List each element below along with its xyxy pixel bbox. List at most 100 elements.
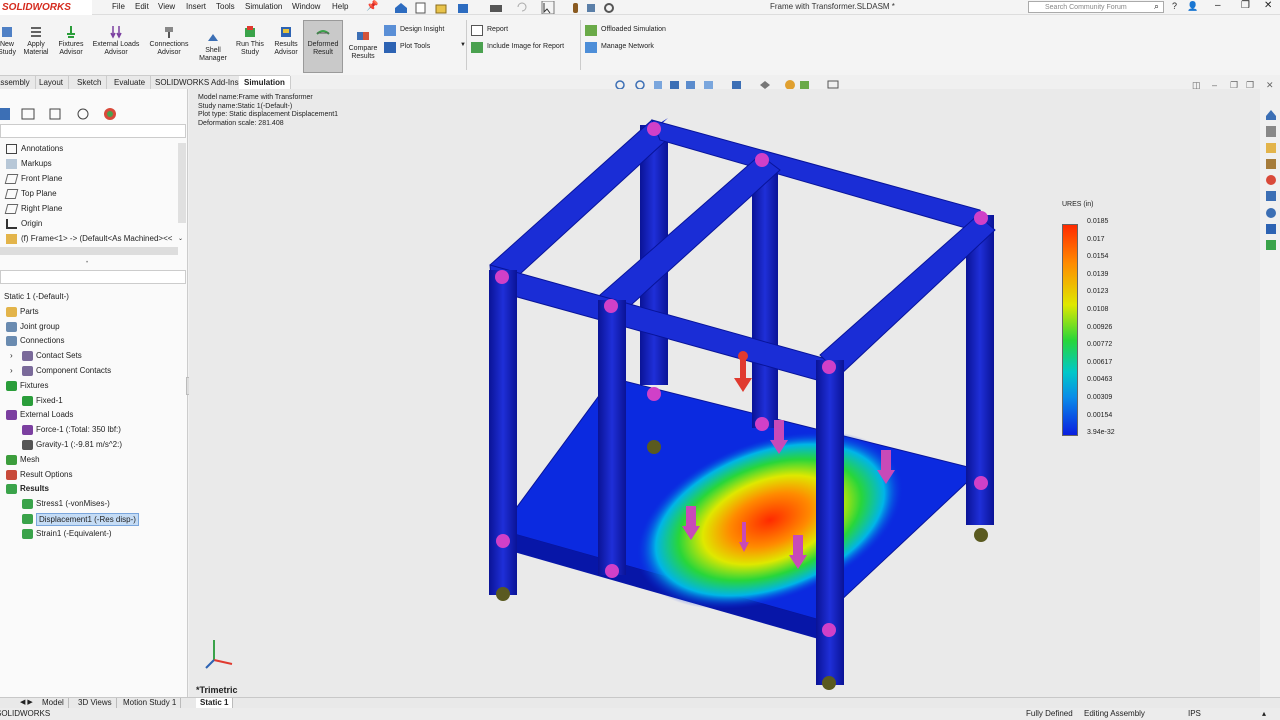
menu-simulation[interactable]: Simulation — [245, 2, 282, 11]
study-tree-label: Force-1 (:Total: 350 lbf:) — [36, 425, 121, 435]
design-insight-icon — [384, 25, 396, 36]
design-insight-button[interactable]: Design Insight — [384, 25, 444, 36]
close-icon[interactable]: ✕ — [1264, 0, 1272, 11]
apply-material-button[interactable]: Apply Material — [22, 21, 50, 57]
tab-model[interactable]: Model — [38, 698, 69, 708]
tab-sketch[interactable]: Sketch — [72, 76, 108, 90]
tree-scrollbar[interactable] — [178, 143, 186, 223]
search-input[interactable]: Search Community Forum — [1028, 1, 1164, 13]
tree-item-icon — [22, 425, 33, 436]
horizontal-scrollbar[interactable] — [0, 247, 178, 255]
fixtures-advisor-button[interactable]: Fixtures Advisor — [54, 21, 88, 57]
deformed-result-label: Deformed Result — [307, 41, 339, 56]
study-tree-label: Mesh — [20, 454, 40, 464]
solidworks-logo[interactable]: SOLIDWORKS — [0, 0, 92, 15]
tree-label: Right Plane — [21, 204, 63, 213]
restore-icon[interactable]: ❐ — [1241, 0, 1250, 11]
include-image-button[interactable]: Include Image for Report — [471, 42, 564, 53]
study-tree-label: Displacement1 (-Res disp-) — [36, 513, 139, 526]
tree-label: Markups — [21, 159, 52, 168]
tab-3d-views[interactable]: 3D Views — [74, 698, 117, 708]
menu-window[interactable]: Window — [292, 2, 320, 11]
quick-access-toolbar[interactable] — [392, 1, 632, 14]
tab-layout[interactable]: Layout — [34, 76, 70, 90]
graphics-area[interactable] — [189, 89, 1260, 697]
tab-addins[interactable]: SOLIDWORKS Add-Ins — [150, 76, 245, 90]
legend-value: 0.0108 — [1087, 306, 1109, 313]
compare-results-button[interactable]: Compare Results — [344, 25, 382, 61]
study-tree-label: Result Options — [20, 469, 73, 479]
external-loads-label: External Loads Advisor — [92, 41, 140, 56]
status-bar: SOLIDWORKS Fully Defined Editing Assembl… — [0, 708, 1280, 720]
shell-manager-icon — [208, 34, 218, 41]
viewport-close-icon[interactable]: ✕ — [1266, 80, 1274, 91]
deformed-result-button[interactable]: Deformed Result — [303, 20, 343, 73]
origin-icon — [6, 219, 17, 229]
annotations-icon — [6, 144, 17, 154]
tree-item-icon — [22, 366, 33, 376]
plane-icon — [4, 174, 19, 184]
legend-value: 0.00309 — [1087, 394, 1113, 401]
tab-evaluate[interactable]: Evaluate — [109, 76, 152, 90]
legend-value: 0.0185 — [1087, 218, 1109, 225]
chevron-down-icon[interactable]: ⌄ — [178, 235, 183, 242]
status-units[interactable]: IPS — [1188, 708, 1201, 720]
manage-network-button[interactable]: Manage Network — [585, 42, 654, 53]
model-canvas[interactable] — [189, 89, 1260, 697]
results-advisor-icon — [281, 27, 291, 37]
tree-item-icon — [6, 469, 17, 480]
minimize-icon[interactable]: – — [1215, 0, 1221, 11]
study-tree-label: Contact Sets — [36, 351, 82, 361]
report-button[interactable]: Report — [471, 25, 508, 36]
run-study-button[interactable]: Run This Study — [232, 21, 268, 57]
pin-icon[interactable]: 📌 — [366, 1, 378, 12]
menu-insert[interactable]: Insert — [186, 2, 206, 11]
tab-motion-study[interactable]: Motion Study 1 — [119, 698, 182, 708]
tree-item-icon — [6, 380, 17, 391]
tree-label: Annotations — [21, 144, 64, 153]
menu-file[interactable]: File — [112, 2, 125, 11]
tree-label: Front Plane — [21, 174, 63, 183]
plot-tools-button[interactable]: Plot Tools — [384, 42, 430, 53]
tab-static-1[interactable]: Static 1 — [196, 698, 234, 708]
brand-label: SOLIDWORKS — [2, 2, 71, 13]
tree-item-icon — [22, 395, 33, 406]
expand-arrow-icon[interactable]: › — [10, 349, 13, 363]
study-filter[interactable] — [0, 270, 186, 284]
tree-item-icon — [6, 321, 17, 332]
tab-assembly[interactable]: Assembly — [0, 76, 36, 90]
help-icon[interactable]: ? — [1172, 1, 1177, 11]
search-icon[interactable]: ⌕ — [1154, 1, 1159, 12]
study-tree-label: Fixtures — [20, 380, 49, 390]
tab-nav-icons[interactable]: ◀ ▶ — [20, 698, 33, 706]
menu-tools[interactable]: Tools — [216, 2, 235, 11]
study-tree-label: Parts — [20, 306, 39, 316]
shell-manager-button[interactable]: Shell Manager — [196, 27, 230, 63]
new-study-icon — [2, 27, 12, 37]
menu-view[interactable]: View — [158, 2, 175, 11]
offloaded-simulation-button[interactable]: Offloaded Simulation — [585, 25, 666, 36]
external-loads-button[interactable]: External Loads Advisor — [88, 21, 144, 57]
deformation-scale: Deformation scale: 281.408 — [198, 119, 284, 127]
feature-manager-panel: Annotations Markups Front Plane Top Plan… — [0, 89, 192, 697]
connections-advisor-button[interactable]: Connections Advisor — [144, 21, 194, 57]
menu-help[interactable]: Help — [332, 2, 348, 11]
menu-edit[interactable]: Edit — [135, 2, 149, 11]
feature-filter[interactable] — [0, 124, 186, 138]
tab-simulation[interactable]: Simulation — [239, 76, 291, 90]
command-tabs: Assembly Layout Sketch Evaluate SOLIDWOR… — [0, 75, 291, 90]
expand-arrow-icon[interactable]: › — [10, 364, 13, 378]
tree-item-icon — [22, 528, 33, 539]
shell-manager-label: Shell Manager — [199, 47, 227, 62]
plot-info: Model name:Frame with Transformer Study … — [198, 94, 338, 128]
bottom-tabs: ◀ ▶ Model 3D Views Motion Study 1 Static… — [0, 697, 1280, 708]
panel-tabs[interactable] — [0, 106, 188, 122]
status-options-icon[interactable]: ▴ — [1262, 708, 1266, 720]
tree-item-icon — [22, 514, 33, 524]
user-icon[interactable]: 👤 — [1187, 1, 1198, 12]
axis-triad-icon — [205, 640, 233, 669]
splitter-handle[interactable]: • — [86, 260, 88, 266]
results-advisor-button[interactable]: Results Advisor — [270, 21, 302, 57]
new-study-button[interactable]: New Study — [0, 21, 20, 57]
tree-item-icon — [22, 499, 33, 510]
